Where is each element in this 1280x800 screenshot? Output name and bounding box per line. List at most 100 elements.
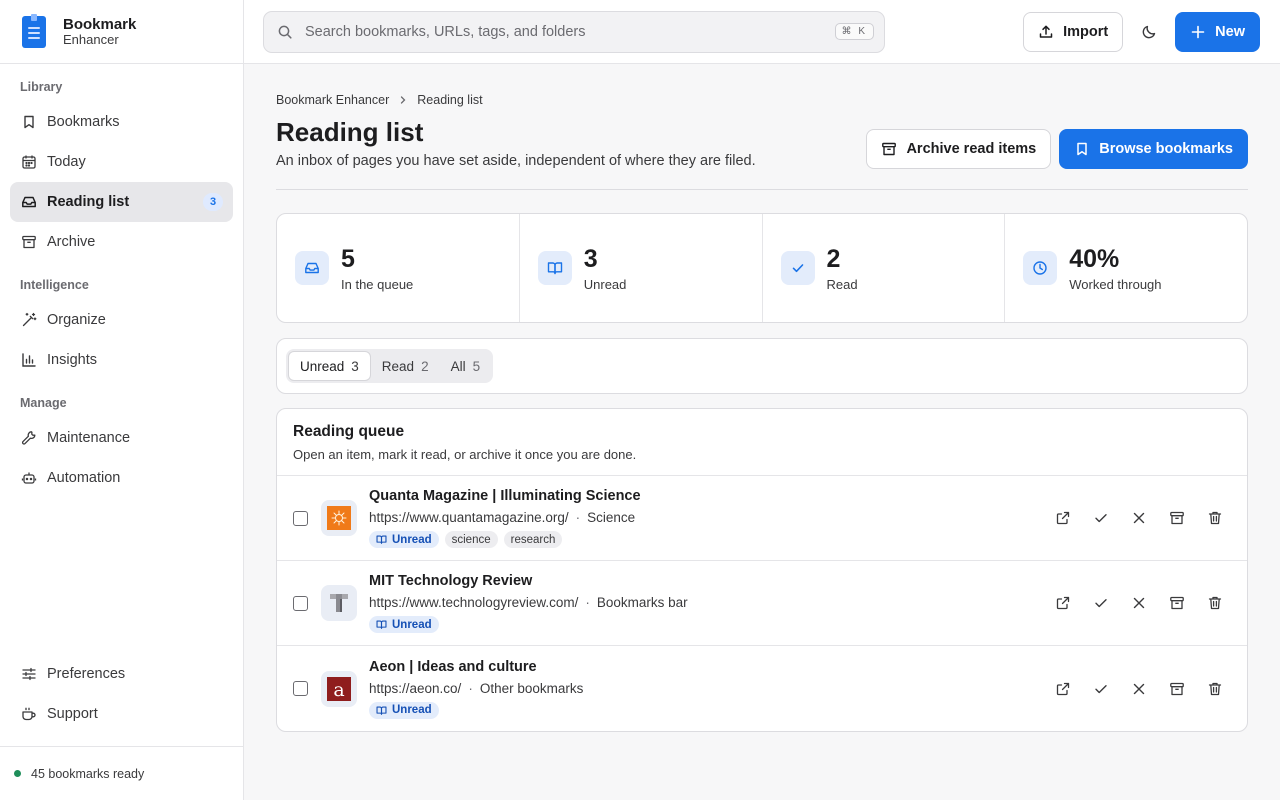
queue-title: Reading queue	[293, 423, 405, 440]
topbar: Search bookmarks, URLs, tags, and folder…	[244, 0, 1280, 64]
trash-icon	[1207, 510, 1223, 526]
sidebar-item-label: Archive	[47, 234, 96, 250]
stat-in-queue: 5 In the queue	[277, 214, 520, 322]
count-badge: 3	[203, 193, 223, 211]
sidebar-footer: 45 bookmarks ready	[0, 746, 243, 800]
moon-icon	[1141, 24, 1157, 40]
quanta-logo-icon	[321, 500, 357, 536]
mark-read-button[interactable]	[1085, 587, 1117, 619]
archive-button[interactable]	[1161, 587, 1193, 619]
item-url: https://www.technologyreview.com/	[369, 595, 579, 610]
tab-all[interactable]: All 5	[440, 351, 492, 381]
nav-section-library: Library	[20, 80, 63, 94]
list-item: a Aeon | Ideas and culture https://aeon.…	[277, 646, 1247, 731]
item-title[interactable]: Aeon | Ideas and culture	[369, 659, 1047, 675]
svg-text:a: a	[333, 679, 344, 701]
browse-bookmarks-label: Browse bookmarks	[1099, 141, 1233, 157]
stat-unread: 3 Unread	[520, 214, 763, 322]
select-checkbox[interactable]	[293, 510, 308, 526]
mark-read-button[interactable]	[1085, 673, 1117, 705]
external-link-icon	[1055, 595, 1071, 611]
archive-read-items-button[interactable]: Archive read items	[866, 129, 1052, 169]
sidebar-item-reading-list[interactable]: Reading list 3	[10, 182, 233, 222]
archive-icon	[1169, 510, 1185, 526]
row-actions	[1047, 673, 1231, 705]
open-external-button[interactable]	[1047, 673, 1079, 705]
bookmark-icon	[1074, 141, 1090, 157]
nav-section-manage: Manage	[20, 396, 67, 410]
inbox-icon	[295, 251, 329, 285]
sidebar-item-bookmarks[interactable]: Bookmarks	[10, 102, 233, 142]
sidebar-item-maintenance[interactable]: Maintenance	[10, 418, 233, 458]
delete-button[interactable]	[1199, 673, 1231, 705]
archive-button[interactable]	[1161, 502, 1193, 534]
brand-subtitle: Enhancer	[63, 31, 119, 47]
select-checkbox[interactable]	[293, 595, 308, 611]
open-book-icon	[376, 534, 387, 545]
tag-chip[interactable]: research	[503, 531, 563, 548]
item-title[interactable]: MIT Technology Review	[369, 573, 1047, 589]
bar-chart-icon	[20, 352, 37, 369]
import-button[interactable]: Import	[1023, 11, 1124, 52]
breadcrumb: Bookmark Enhancer Reading list	[276, 92, 1248, 108]
queue-header: Reading queue Open an item, mark it read…	[277, 409, 1247, 476]
nav-section-intelligence: Intelligence	[20, 278, 89, 292]
sidebar-item-preferences[interactable]: Preferences	[10, 654, 233, 694]
stat-value: 5	[341, 244, 355, 273]
search-input[interactable]: Search bookmarks, URLs, tags, and folder…	[263, 10, 885, 53]
stat-value: 2	[826, 244, 841, 273]
sidebar-item-archive[interactable]: Archive	[10, 222, 233, 262]
sidebar-item-label: Insights	[47, 352, 97, 368]
search-icon	[277, 24, 293, 40]
external-link-icon	[1055, 681, 1071, 697]
import-label: Import	[1063, 23, 1109, 40]
select-checkbox[interactable]	[293, 681, 308, 696]
status-badge: Unread	[369, 531, 439, 548]
delete-button[interactable]	[1199, 587, 1231, 619]
status-label: Unread	[392, 618, 432, 631]
sidebar-item-automation[interactable]: Automation	[10, 458, 233, 498]
theme-toggle[interactable]	[1129, 12, 1169, 52]
status-label: Unread	[392, 704, 432, 716]
delete-button[interactable]	[1199, 502, 1231, 534]
coffee-cup-icon	[20, 706, 37, 723]
filter-tabs: Unread 3 Read 2 All 5	[286, 349, 494, 383]
reading-queue: Reading queue Open an item, mark it read…	[276, 408, 1248, 732]
app-logo-icon	[22, 13, 46, 48]
status-text: 45 bookmarks ready	[31, 766, 145, 781]
sidebar-item-label: Automation	[47, 470, 121, 486]
mark-read-button[interactable]	[1085, 502, 1117, 534]
new-label: New	[1215, 23, 1245, 40]
tab-read[interactable]: Read 2	[371, 351, 440, 381]
brand[interactable]: Bookmark Enhancer	[0, 0, 243, 64]
trash-icon	[1207, 595, 1223, 611]
browse-bookmarks-button[interactable]: Browse bookmarks	[1059, 129, 1248, 169]
tab-label: All	[450, 358, 466, 374]
item-url: https://www.quantamagazine.org/	[369, 510, 569, 525]
sidebar-item-insights[interactable]: Insights	[10, 340, 233, 380]
sidebar-item-today[interactable]: Today	[10, 142, 233, 182]
remove-button[interactable]	[1123, 502, 1155, 534]
new-button[interactable]: New	[1175, 11, 1260, 52]
chevron-right-icon	[398, 95, 408, 105]
archive-read-items-label: Archive read items	[906, 141, 1037, 157]
keyboard-shortcut: ⌘ K	[834, 23, 874, 40]
sidebar: Bookmark Enhancer Library Bookmarks Toda…	[0, 0, 244, 800]
stat-read: 2 Read	[763, 214, 1006, 322]
stat-value: 40%	[1069, 244, 1120, 273]
row-actions	[1047, 502, 1231, 534]
open-external-button[interactable]	[1047, 502, 1079, 534]
sidebar-item-organize[interactable]: Organize	[10, 300, 233, 340]
archive-button[interactable]	[1161, 673, 1193, 705]
item-folder: Bookmarks bar	[596, 595, 688, 610]
sidebar-item-support[interactable]: Support	[10, 694, 233, 734]
breadcrumb-root[interactable]: Bookmark Enhancer	[276, 93, 389, 107]
tab-unread[interactable]: Unread 3	[288, 351, 371, 381]
remove-button[interactable]	[1123, 673, 1155, 705]
item-title[interactable]: Quanta Magazine | Illuminating Science	[369, 488, 1047, 504]
remove-button[interactable]	[1123, 587, 1155, 619]
tag-chip[interactable]: science	[444, 531, 498, 548]
open-external-button[interactable]	[1047, 587, 1079, 619]
breadcrumb-current: Reading list	[417, 93, 483, 107]
sidebar-item-label: Today	[47, 154, 86, 170]
